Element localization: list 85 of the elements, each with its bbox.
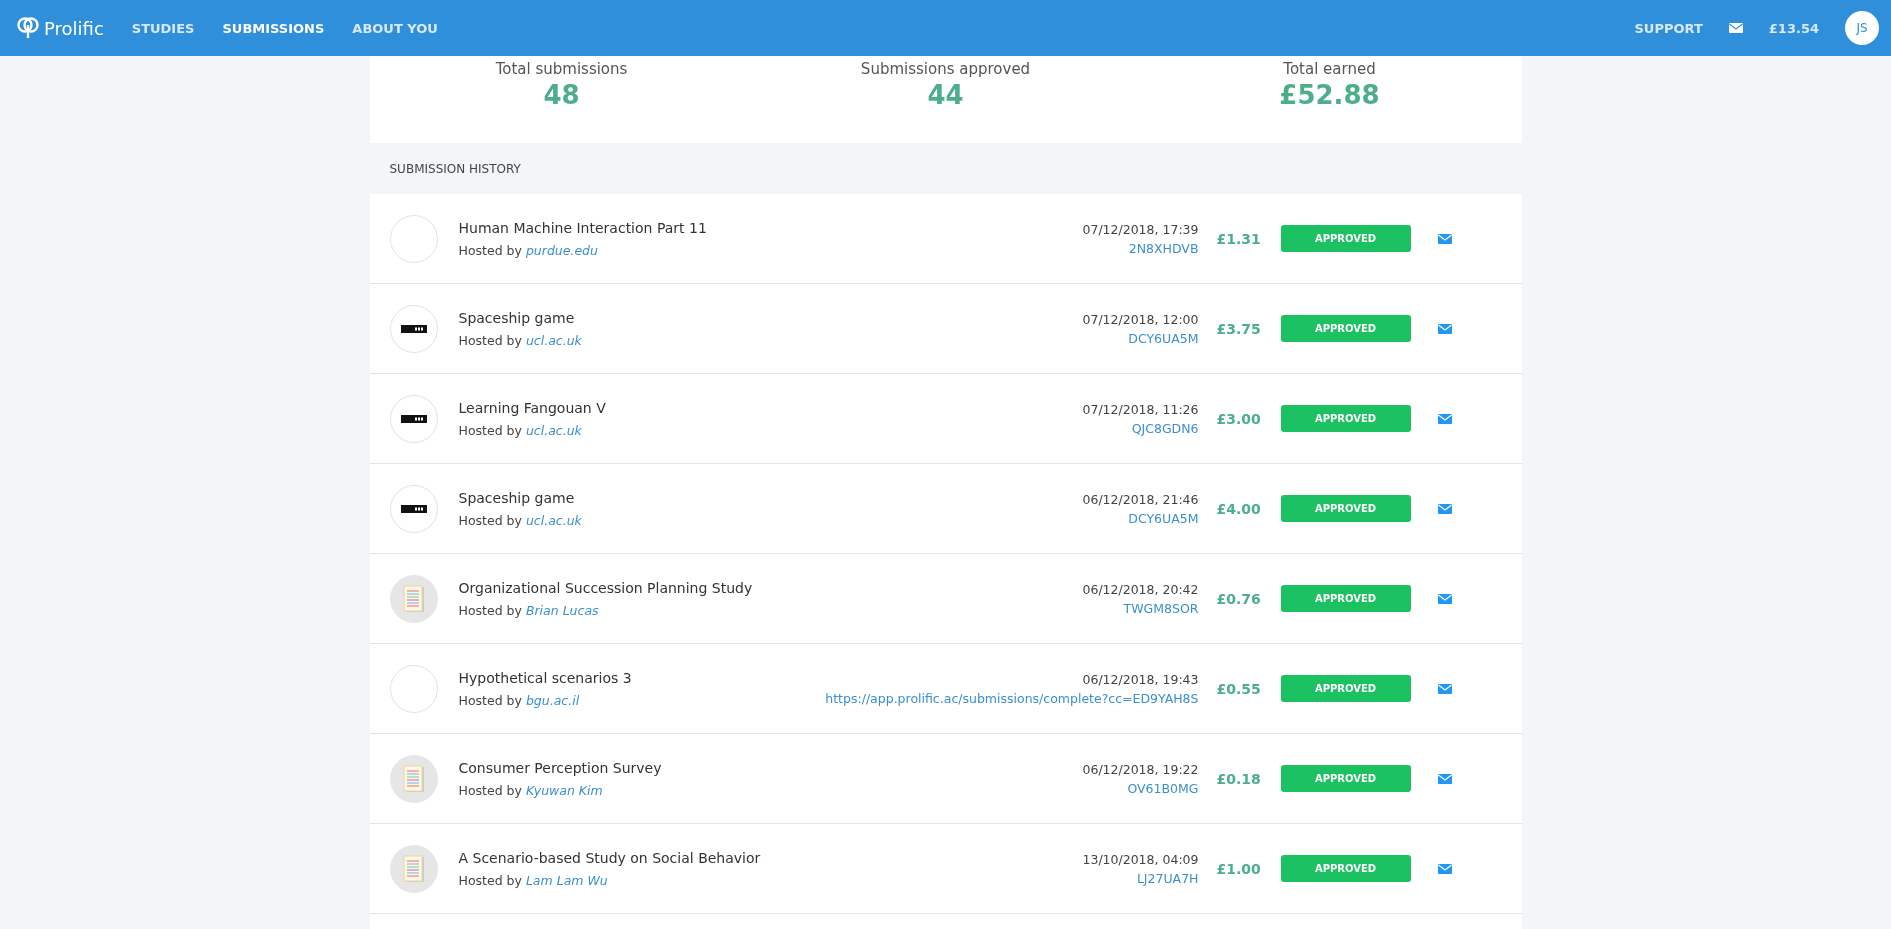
completion-code[interactable]: 2N8XHDVB bbox=[1082, 240, 1199, 256]
status-badge: APPROVED bbox=[1280, 855, 1411, 882]
submission-date: 13/10/2018, 04:09 bbox=[1082, 851, 1199, 867]
reward-amount: £0.55 bbox=[1216, 680, 1262, 697]
hosted-by-label: Hosted by bbox=[458, 512, 522, 528]
study-title: A Scenario-based Study on Social Behavior bbox=[458, 849, 762, 866]
nav-tab[interactable]: STUDIES bbox=[131, 20, 195, 36]
completion-code[interactable]: LJ27UA7H bbox=[1082, 870, 1199, 886]
mail-icon[interactable] bbox=[1437, 863, 1452, 874]
mail-icon[interactable] bbox=[1437, 413, 1452, 424]
host-link[interactable]: bgu.ac.il bbox=[525, 692, 580, 708]
stat-label: Submissions approved bbox=[860, 60, 1031, 78]
hosted-by-label: Hosted by bbox=[458, 692, 522, 708]
mail-icon[interactable] bbox=[1437, 683, 1452, 694]
status-badge: APPROVED bbox=[1280, 585, 1411, 612]
ucl-logo-icon bbox=[400, 414, 427, 423]
status-badge: APPROVED bbox=[1280, 225, 1411, 252]
stat-label: Total earned bbox=[1283, 60, 1376, 78]
completion-code[interactable]: DCY6UA5M bbox=[1082, 330, 1199, 346]
completion-code[interactable]: TWGM8SOR bbox=[1082, 600, 1199, 616]
status-badge: APPROVED bbox=[1280, 765, 1411, 792]
mail-icon[interactable] bbox=[1437, 773, 1452, 784]
status-badge: APPROVED bbox=[1280, 495, 1411, 522]
hosted-by-label: Hosted by bbox=[458, 242, 522, 258]
submission-date: 07/12/2018, 11:26 bbox=[1082, 401, 1199, 417]
study-title: Spaceship game bbox=[458, 309, 576, 326]
status-badge: APPROVED bbox=[1280, 405, 1411, 432]
submission-date: 06/12/2018, 20:42 bbox=[1082, 581, 1199, 597]
hosted-by-label: Hosted by bbox=[458, 782, 522, 798]
balance-link[interactable]: £13.54 bbox=[1768, 20, 1819, 36]
host-link[interactable]: ucl.ac.uk bbox=[525, 332, 582, 348]
user-avatar[interactable]: JS bbox=[1845, 11, 1879, 45]
completion-code[interactable]: QJC8GDN6 bbox=[1082, 420, 1199, 436]
completion-code[interactable]: OV61B0MG bbox=[1082, 780, 1199, 796]
host-link[interactable]: purdue.edu bbox=[525, 242, 598, 258]
stat-value: £52.88 bbox=[1279, 80, 1380, 110]
ucl-logo-icon bbox=[400, 504, 427, 513]
reward-amount: £3.00 bbox=[1216, 410, 1262, 427]
stat-label: Total submissions bbox=[495, 60, 628, 78]
reward-amount: £4.00 bbox=[1216, 500, 1262, 517]
mail-icon[interactable] bbox=[1437, 503, 1452, 514]
mail-icon[interactable] bbox=[1437, 233, 1452, 244]
document-icon bbox=[402, 584, 425, 613]
prolific-logo[interactable]: Prolific bbox=[16, 16, 104, 40]
mail-icon[interactable] bbox=[1728, 23, 1743, 33]
submission-date: 06/12/2018, 19:43 bbox=[1081, 671, 1199, 687]
stat-value: 48 bbox=[543, 80, 580, 110]
study-title: Spaceship game bbox=[458, 489, 576, 506]
completion-code[interactable]: https://app.prolific.ac/submissions/complete?cc=ED9YAH8S bbox=[825, 690, 1199, 706]
reward-amount: £1.00 bbox=[1216, 860, 1262, 877]
reward-amount: £0.76 bbox=[1216, 590, 1262, 607]
document-icon bbox=[402, 854, 425, 883]
study-title: Consumer Perception Survey bbox=[458, 759, 663, 776]
host-link[interactable]: ucl.ac.uk bbox=[525, 512, 582, 528]
submission-date: 07/12/2018, 17:39 bbox=[1082, 221, 1199, 237]
study-title: Organizational Succession Planning Study bbox=[458, 579, 754, 596]
document-icon bbox=[402, 764, 425, 793]
submission-date: 06/12/2018, 21:46 bbox=[1082, 491, 1199, 507]
reward-amount: £3.75 bbox=[1216, 320, 1262, 337]
host-link[interactable]: ucl.ac.uk bbox=[525, 422, 582, 438]
nav-tab[interactable]: SUBMISSIONS bbox=[222, 20, 325, 36]
study-title: Hypothetical scenarios 3 bbox=[458, 669, 633, 686]
study-title: Learning Fangouan V bbox=[458, 399, 607, 416]
support-link[interactable]: SUPPORT bbox=[1634, 20, 1703, 36]
nav-tab[interactable]: ABOUT YOU bbox=[352, 20, 438, 36]
mail-icon[interactable] bbox=[1437, 323, 1452, 334]
hosted-by-label: Hosted by bbox=[458, 602, 522, 618]
study-title: Human Machine Interaction Part 11 bbox=[458, 219, 708, 236]
ucl-logo-icon bbox=[400, 324, 427, 333]
host-link[interactable]: Lam Lam Wu bbox=[525, 872, 608, 888]
submission-date: 06/12/2018, 19:22 bbox=[1082, 761, 1199, 777]
hosted-by-label: Hosted by bbox=[458, 422, 522, 438]
status-badge: APPROVED bbox=[1280, 315, 1411, 342]
host-link[interactable]: Kyuwan Kim bbox=[525, 782, 603, 798]
submission-date: 07/12/2018, 12:00 bbox=[1082, 311, 1199, 327]
mail-icon[interactable] bbox=[1437, 593, 1452, 604]
status-badge: APPROVED bbox=[1280, 675, 1411, 702]
stat-value: 44 bbox=[927, 80, 964, 110]
section-title: SUBMISSION HISTORY bbox=[389, 161, 521, 176]
hosted-by-label: Hosted by bbox=[458, 872, 522, 888]
host-link[interactable]: Brian Lucas bbox=[525, 602, 599, 618]
hosted-by-label: Hosted by bbox=[458, 332, 522, 348]
completion-code[interactable]: DCY6UA5M bbox=[1082, 510, 1199, 526]
reward-amount: £1.31 bbox=[1216, 230, 1262, 247]
reward-amount: £0.18 bbox=[1216, 770, 1262, 787]
